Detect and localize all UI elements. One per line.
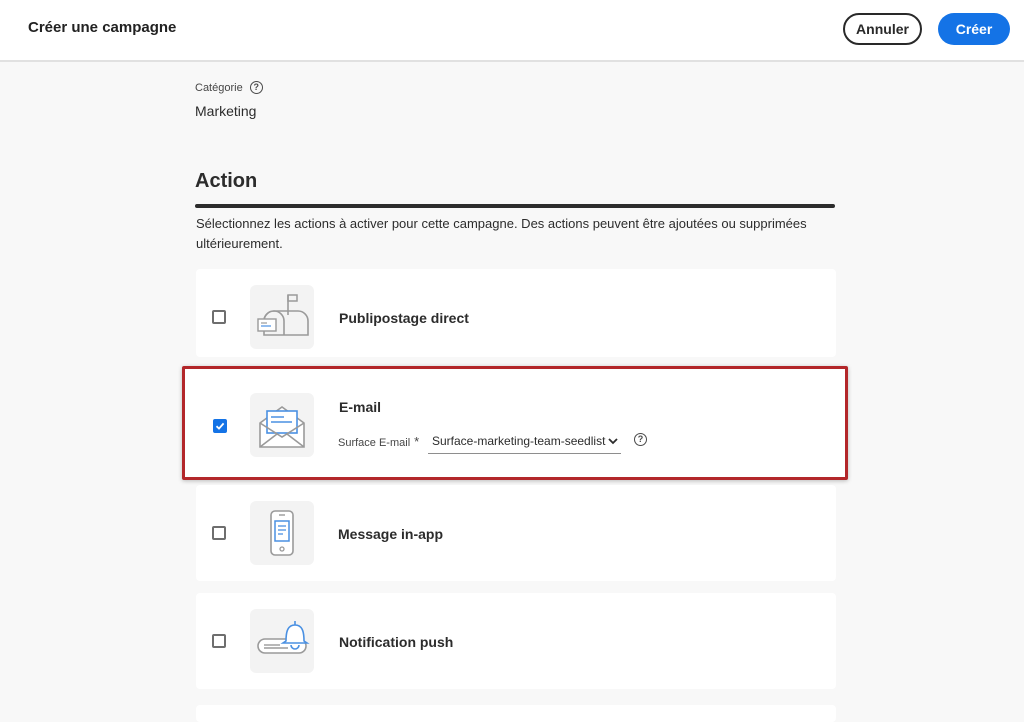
direct-mail-checkbox[interactable]	[212, 310, 226, 324]
cancel-button[interactable]: Annuler	[843, 13, 922, 45]
category-label: Catégorie ?	[195, 81, 263, 94]
action-section-title: Action	[195, 170, 258, 192]
header-bar: Créer une campagne Annuler Créer	[0, 0, 1024, 62]
action-card-in-app[interactable]: Message in-app	[196, 485, 836, 581]
bell-notification-icon	[250, 609, 314, 673]
in-app-label: Message in-app	[338, 526, 444, 542]
email-surface-label: Surface E-mail *	[338, 434, 419, 449]
email-surface-select[interactable]: Surface-marketing-team-seedlist	[428, 428, 621, 454]
mailbox-icon	[250, 285, 314, 349]
mobile-message-icon	[250, 501, 314, 565]
help-icon[interactable]: ?	[249, 81, 263, 94]
page-title: Créer une campagne	[28, 19, 177, 36]
category-value: Marketing	[195, 103, 257, 119]
action-card-direct-mail[interactable]: Publipostage direct	[196, 269, 836, 357]
help-icon[interactable]: ?	[634, 433, 647, 446]
action-card-email[interactable]: E-mail Surface E-mail * Surface-marketing…	[182, 366, 848, 480]
email-checkbox[interactable]	[213, 419, 227, 433]
push-label: Notification push	[339, 634, 454, 650]
email-surface-label-text: Surface E-mail	[338, 437, 411, 449]
push-checkbox[interactable]	[212, 634, 226, 648]
action-description: Sélectionnez les actions à activer pour …	[196, 216, 807, 251]
direct-mail-label: Publipostage direct	[339, 310, 469, 326]
required-mark: *	[414, 434, 420, 449]
chevron-down-icon[interactable]	[607, 435, 619, 447]
section-divider	[195, 204, 835, 208]
in-app-checkbox[interactable]	[212, 526, 226, 540]
category-label-text: Catégorie	[195, 81, 243, 94]
email-label: E-mail	[339, 399, 382, 415]
action-card-push[interactable]: Notification push	[196, 593, 836, 689]
action-card-partial[interactable]	[196, 705, 836, 722]
email-surface-value: Surface-marketing-team-seedlist	[432, 433, 606, 448]
envelope-icon	[250, 393, 314, 457]
create-button[interactable]: Créer	[938, 13, 1010, 45]
